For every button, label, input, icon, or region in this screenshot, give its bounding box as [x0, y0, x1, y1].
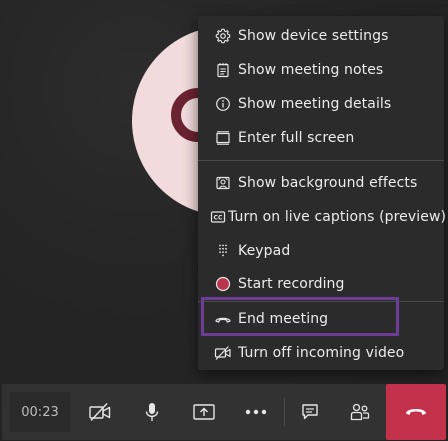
- menu-item-label: Show meeting details: [238, 96, 392, 112]
- hang-up-icon: [404, 405, 428, 419]
- meeting-toolbar: 00:23: [2, 384, 446, 440]
- more-icon: [244, 408, 268, 416]
- gear-icon: [210, 28, 236, 44]
- notes-icon: [210, 62, 236, 78]
- menu-item-label: Enter full screen: [238, 130, 355, 146]
- share-screen-icon: [192, 402, 216, 422]
- menu-item-label: Turn on live captions (preview): [228, 209, 447, 225]
- menu-item-turn-off-incoming-video[interactable]: Turn off incoming video: [198, 338, 444, 368]
- chat-button[interactable]: [284, 384, 336, 440]
- menu-item-label: Show meeting notes: [238, 62, 384, 78]
- camera-off-button[interactable]: [74, 384, 126, 440]
- end-meeting-highlight: [201, 297, 399, 336]
- hang-up-button[interactable]: [386, 384, 446, 440]
- call-timer: 00:23: [10, 392, 70, 432]
- menu-item-meeting-notes[interactable]: Show meeting notes: [198, 55, 444, 85]
- captions-icon: CC: [210, 209, 226, 225]
- menu-item-label: Show device settings: [238, 28, 389, 44]
- participants-button[interactable]: [334, 384, 386, 440]
- microphone-button[interactable]: [126, 384, 178, 440]
- share-screen-button[interactable]: [178, 384, 230, 440]
- menu-item-device-settings[interactable]: Show device settings: [198, 21, 444, 51]
- participants-icon: [349, 402, 371, 422]
- more-actions-button[interactable]: [230, 384, 282, 440]
- menu-item-label: Show background effects: [238, 175, 418, 191]
- record-icon: [210, 276, 236, 292]
- info-icon: [210, 96, 236, 112]
- chat-icon: [300, 402, 320, 422]
- microphone-icon: [142, 401, 162, 423]
- menu-item-meeting-details[interactable]: Show meeting details: [198, 89, 444, 119]
- menu-item-live-captions[interactable]: CC Turn on live captions (preview): [198, 202, 447, 232]
- background-effects-icon: [210, 175, 236, 191]
- svg-text:CC: CC: [213, 215, 223, 222]
- keypad-icon: [210, 243, 236, 259]
- video-off-icon: [210, 345, 236, 361]
- menu-item-label: Keypad: [238, 243, 291, 259]
- menu-item-keypad[interactable]: Keypad: [198, 236, 444, 266]
- menu-item-label: Turn off incoming video: [238, 345, 405, 361]
- menu-item-full-screen[interactable]: Enter full screen: [198, 123, 444, 153]
- fullscreen-icon: [210, 130, 236, 146]
- camera-off-icon: [88, 402, 112, 422]
- menu-item-background-effects[interactable]: Show background effects: [198, 168, 444, 198]
- menu-separator: [198, 160, 444, 161]
- menu-item-start-recording[interactable]: Start recording: [198, 269, 444, 299]
- menu-item-label: Start recording: [238, 276, 345, 292]
